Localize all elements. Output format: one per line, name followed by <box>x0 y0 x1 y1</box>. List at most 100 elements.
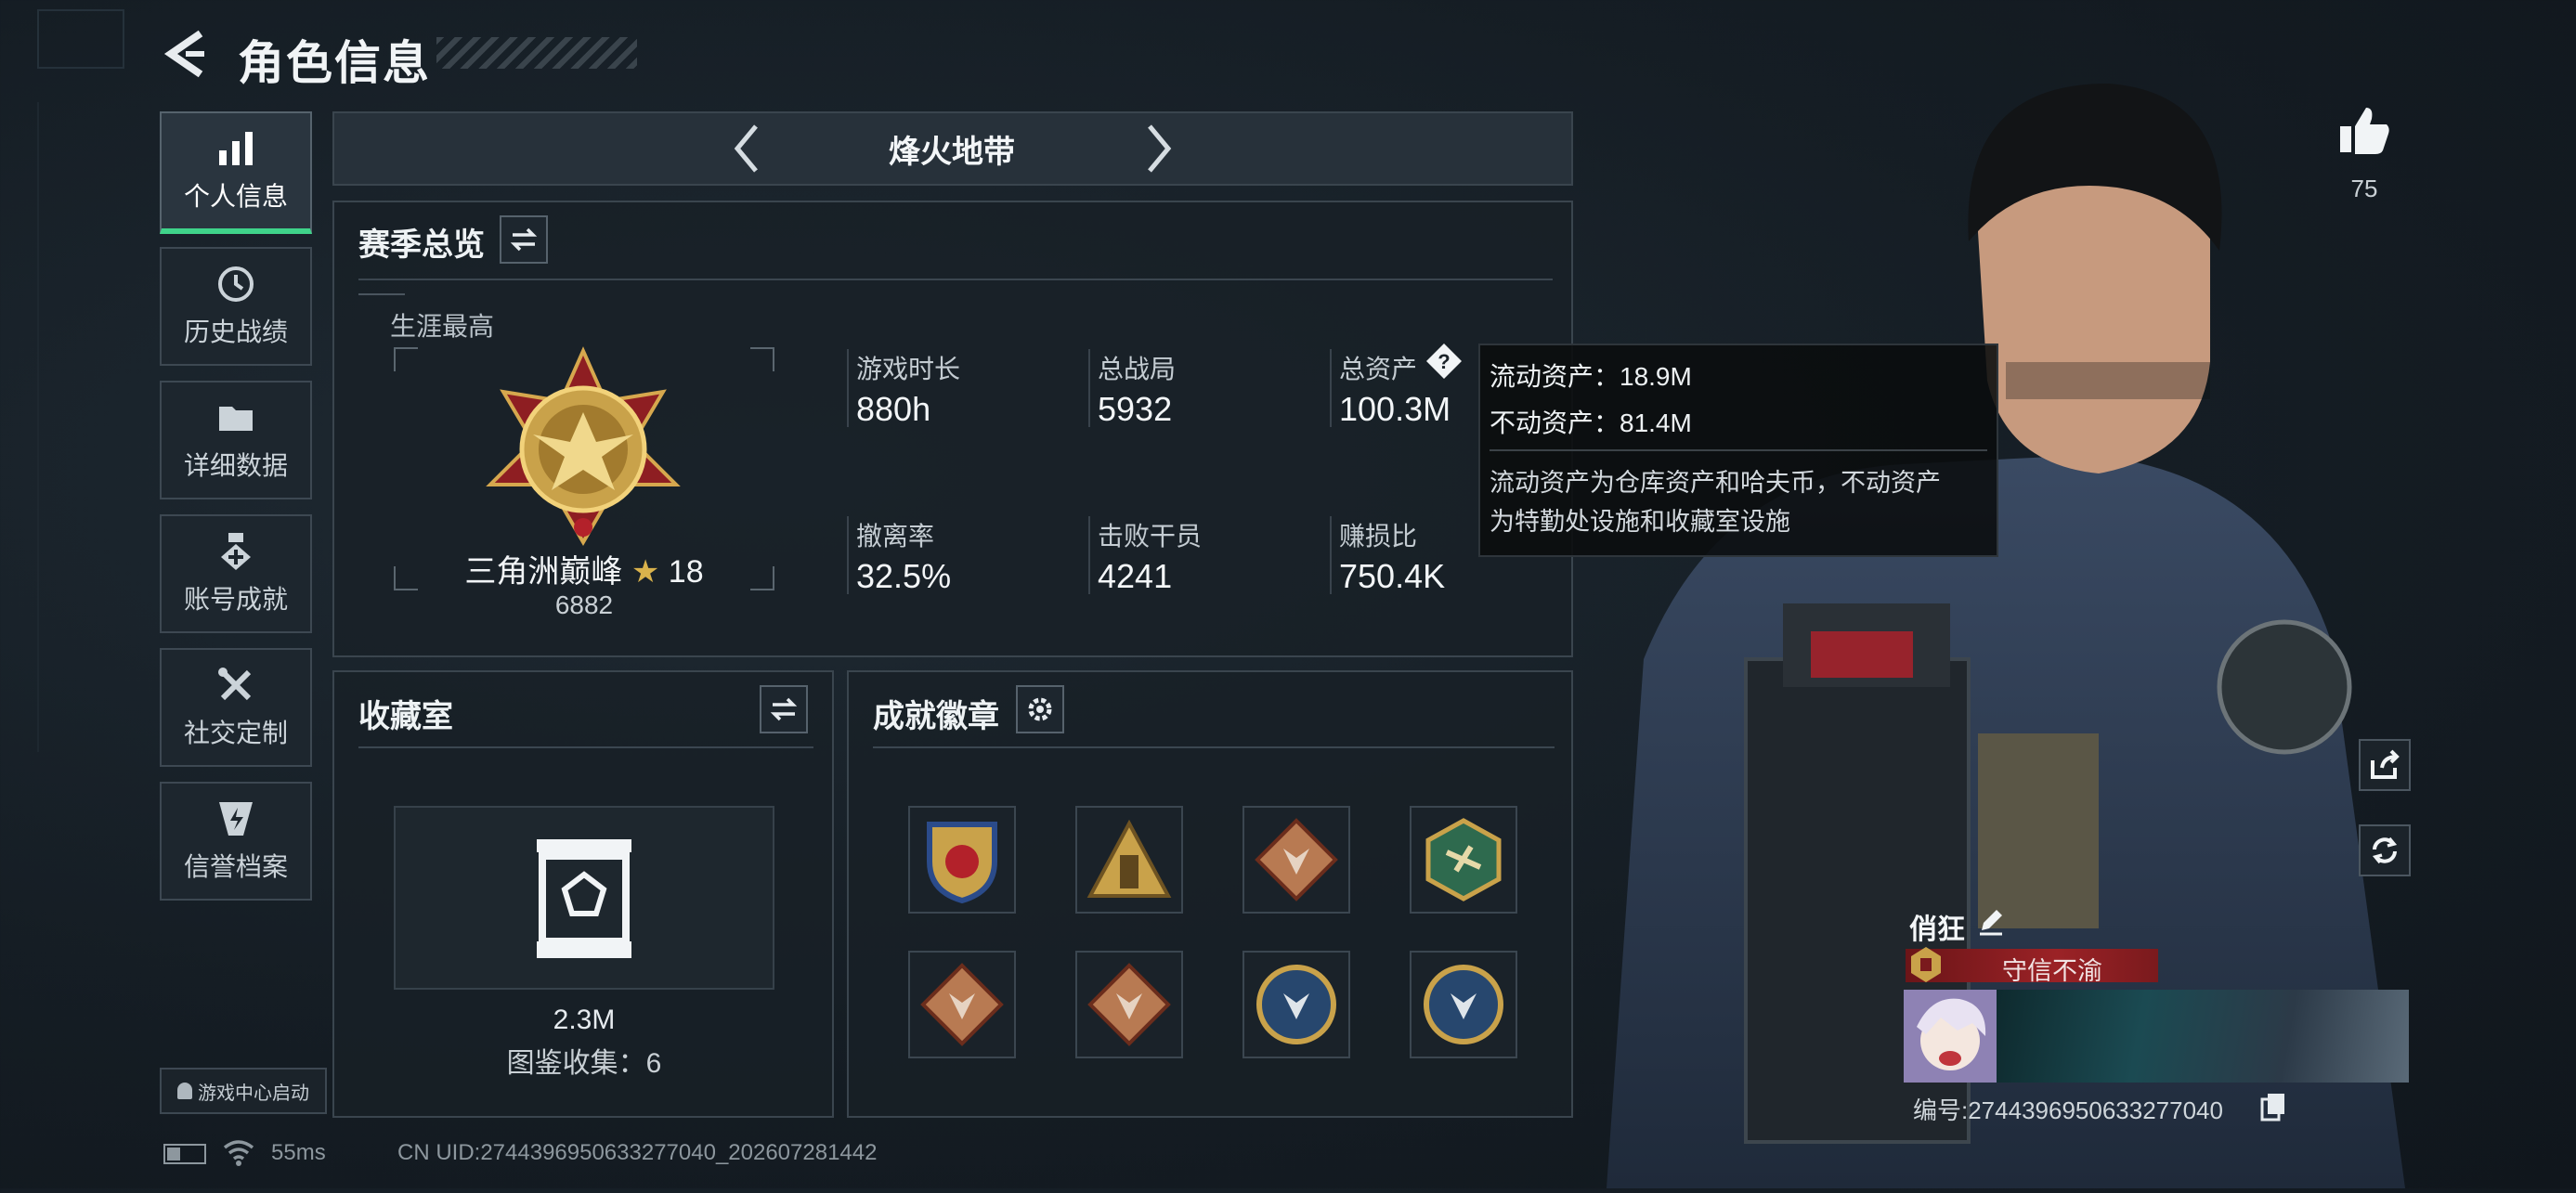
player-id: 编号:2744396950633277040 <box>1913 1096 2223 1124</box>
title-stripe-decoration <box>436 37 637 69</box>
badge-slot[interactable] <box>1410 806 1517 914</box>
medal-icon <box>221 533 251 570</box>
badge-slot[interactable] <box>908 951 1016 1058</box>
wolf-diamond-badge-icon <box>1255 818 1338 901</box>
gear-icon <box>1028 697 1052 721</box>
rank-name-row: 三角洲巅峰 ★ 18 <box>394 546 774 591</box>
stat-value: 32.5% <box>856 557 952 595</box>
player-avatar[interactable] <box>1904 990 1997 1083</box>
like-count: 75 <box>2350 175 2378 202</box>
tooltip-liquid-assets: 流动资产：18.9M <box>1490 362 1692 391</box>
sidebar-item-achievements[interactable]: 账号成就 <box>160 514 312 633</box>
share-button[interactable] <box>2359 739 2411 791</box>
shield-badge-icon <box>927 822 997 904</box>
stat-value: 4241 <box>1098 557 1173 595</box>
refresh-button[interactable] <box>2359 824 2411 876</box>
rank-name: 三角洲巅峰 <box>464 554 623 590</box>
sidebar-item-credit-file[interactable]: 信誉档案 <box>160 782 312 901</box>
bell-icon <box>177 1083 192 1099</box>
chevron-right-icon <box>1148 124 1172 173</box>
badges-title: 成就徽章 <box>873 699 999 734</box>
rank-points: 6882 <box>554 590 614 619</box>
history-clock-icon <box>218 266 254 302</box>
help-icon[interactable]: ? <box>1425 342 1464 381</box>
sidebar-item-label: 个人信息 <box>183 182 288 211</box>
bg-grid-decoration <box>37 9 124 69</box>
season-switch-button[interactable] <box>500 215 548 264</box>
stat-value: 750.4K <box>1339 557 1446 595</box>
edit-name-button[interactable] <box>1976 906 2006 936</box>
stat-label: 撤离率 <box>856 522 935 551</box>
collection-value: 2.3M <box>553 1005 616 1035</box>
display-case-icon <box>533 836 635 962</box>
sidebar-item-personal-info[interactable]: 个人信息 <box>160 111 312 234</box>
small-tick-decoration <box>358 293 405 301</box>
badges-settings-button[interactable] <box>1016 685 1064 733</box>
mode-title: 烽火地带 <box>889 135 1015 170</box>
share-icon <box>2371 749 2400 779</box>
rank-emblem-icon <box>477 345 689 550</box>
sidebar-item-detail-data[interactable]: 详细数据 <box>160 381 312 499</box>
wolf-round-badge-icon <box>1424 965 1503 1044</box>
divider <box>873 746 1555 748</box>
game-center-button[interactable]: 游戏中心启动 <box>160 1068 327 1114</box>
swap-icon <box>510 227 538 252</box>
game-center-label: 游戏中心启动 <box>198 1083 309 1104</box>
motto-emblem-icon <box>1907 945 1945 984</box>
player-nickname: 俏狂 <box>1909 914 1965 945</box>
stat-value: 880h <box>856 390 931 428</box>
back-button[interactable] <box>160 26 212 82</box>
collection-switch-button[interactable] <box>760 685 808 733</box>
badge-slot[interactable] <box>1410 951 1517 1058</box>
season-overview-title: 赛季总览 <box>358 227 485 263</box>
sidebar-item-label: 历史战绩 <box>183 318 288 346</box>
thumbs-up-icon <box>2340 108 2389 154</box>
folder-icon <box>219 407 253 431</box>
tooltip-desc-line2: 为特勤处设施和收藏室设施 <box>1490 508 1790 536</box>
svg-text:?: ? <box>1438 350 1450 373</box>
badge-slot[interactable] <box>1242 951 1350 1058</box>
badge-slot[interactable] <box>1242 806 1350 914</box>
hexagon-badge-icon <box>1425 818 1502 901</box>
stat-label: 总战局 <box>1098 355 1177 383</box>
tooltip-fixed-assets: 不动资产：81.4M <box>1490 408 1692 437</box>
wifi-icon <box>223 1138 254 1166</box>
tools-icon <box>218 668 252 701</box>
uid-text: CN UID:2744396950633277040_202607281442 <box>397 1140 878 1165</box>
mode-next-button[interactable] <box>1135 117 1181 180</box>
battery-icon <box>163 1144 206 1164</box>
collection-title: 收藏室 <box>358 699 453 734</box>
divider <box>358 746 813 748</box>
refresh-icon <box>2372 836 2398 864</box>
stat-divider <box>1088 349 1090 427</box>
bg-line-decoration <box>37 102 39 752</box>
mode-prev-button[interactable] <box>724 117 771 180</box>
back-arrow-icon <box>163 30 204 78</box>
stat-divider <box>847 349 849 427</box>
divider <box>358 279 1553 280</box>
sidebar-item-history[interactable]: 历史战绩 <box>160 247 312 366</box>
bar-chart-icon <box>219 132 253 165</box>
player-motto: 守信不渝 <box>2002 957 2102 985</box>
sidebar-item-social-custom[interactable]: 社交定制 <box>160 648 312 767</box>
stat-value: 5932 <box>1098 390 1173 428</box>
career-best-label: 生涯最高 <box>390 312 495 341</box>
stat-divider <box>1330 516 1332 594</box>
chevron-left-icon <box>734 124 758 173</box>
stat-divider <box>847 516 849 594</box>
badge-slot[interactable] <box>1075 951 1183 1058</box>
badge-slot[interactable] <box>1075 806 1183 914</box>
triangle-badge-icon <box>1086 819 1172 898</box>
copy-id-button[interactable] <box>2260 1092 2286 1122</box>
stat-label: 游戏时长 <box>856 355 961 383</box>
copy-icon <box>2260 1094 2284 1122</box>
shield-bolt-icon <box>219 802 253 836</box>
tooltip-desc-line1: 流动资产为仓库资产和哈夫币，不动资产 <box>1490 469 1941 497</box>
badge-slot[interactable] <box>908 806 1016 914</box>
wolf-diamond-badge-icon <box>1087 963 1171 1046</box>
divider <box>1490 449 1987 451</box>
stat-divider <box>1088 516 1090 594</box>
pencil-icon <box>1980 910 2002 936</box>
star-icon: ★ <box>631 554 660 590</box>
like-button[interactable] <box>2336 102 2392 158</box>
